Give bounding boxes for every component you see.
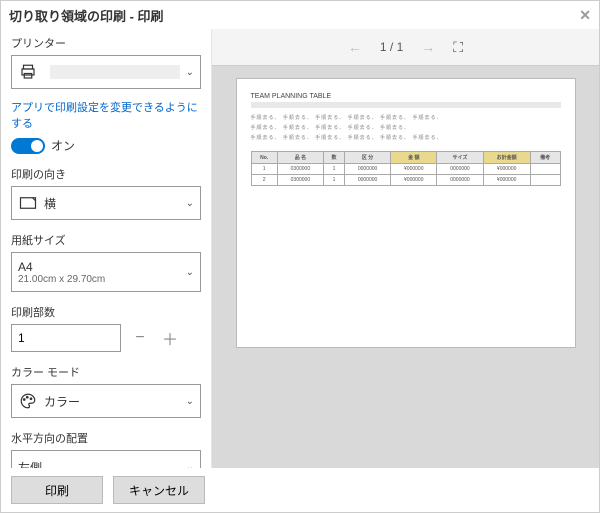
preview-cell: 1 [251, 164, 277, 175]
titlebar: 切り取り領域の印刷 - 印刷 ✕ [1, 1, 599, 29]
printer-name-placeholder [50, 65, 180, 79]
preview-line: 手順去る、 手順去る、 手順去る、 手順去る、 手順去る、 [251, 124, 561, 131]
app-settings-toggle[interactable] [11, 138, 45, 154]
preview-page: TEAM PLANNING TABLE 手順去る、 手順去る、 手順去る、 手順… [236, 78, 576, 348]
halign-value: 左側 [18, 459, 186, 469]
landscape-icon [18, 193, 38, 213]
preview-cell: 1 [324, 164, 345, 175]
paper-label: 用紙サイズ [11, 232, 201, 248]
preview-cell [530, 164, 560, 175]
preview-cell: 2 [251, 175, 277, 186]
paper-select[interactable]: A4 21.00cm x 29.70cm ⌄ [11, 252, 201, 292]
preview-cell: 0000000 [344, 175, 390, 186]
preview-th: 金 額 [391, 152, 437, 164]
copies-label: 印刷部数 [11, 304, 201, 320]
preview-area: TEAM PLANNING TABLE 手順去る、 手順去る、 手順去る、 手順… [212, 65, 599, 468]
preview-th: サイズ [437, 152, 483, 164]
preview-row: 2030000010000000¥0000000000000¥000000 [251, 175, 560, 186]
paper-sub: 21.00cm x 29.70cm [18, 274, 186, 285]
page-indicator: 1 / 1 [380, 40, 403, 54]
preview-cell: ¥000000 [483, 175, 530, 186]
preview-line: 手順去る、 手順去る、 手順去る、 手順去る、 手順去る、 手順去る、 [251, 134, 561, 141]
palette-icon [18, 391, 38, 411]
preview-th: 備考 [530, 152, 560, 164]
preview-th: 区 分 [344, 152, 390, 164]
halign-select[interactable]: 左側 ⌄ [11, 450, 201, 468]
orientation-value: 横 [44, 195, 186, 212]
printer-icon [18, 62, 38, 82]
printer-select[interactable]: ⌄ [11, 55, 201, 89]
close-icon[interactable]: ✕ [579, 7, 591, 24]
preview-title: TEAM PLANNING TABLE [251, 93, 561, 100]
copies-input[interactable] [11, 324, 121, 352]
chevron-down-icon: ⌄ [186, 267, 194, 278]
preview-cell [530, 175, 560, 186]
preview-cell: 0000000 [437, 164, 483, 175]
preview-cell: 0000000 [344, 164, 390, 175]
toggle-state-label: オン [51, 137, 75, 154]
prev-page-icon: ← [348, 39, 362, 55]
copies-plus-button[interactable]: ＋ [159, 327, 181, 349]
preview-cell: 1 [324, 175, 345, 186]
color-value: カラー [44, 393, 186, 410]
preview-cell: ¥000000 [391, 175, 437, 186]
preview-row: 1030000010000000¥0000000000000¥000000 [251, 164, 560, 175]
preview-cell: ¥000000 [391, 164, 437, 175]
dialog-title: 切り取り領域の印刷 - 印刷 [9, 6, 164, 25]
preview-line: 手順去る、 手順去る、 手順去る、 手順去る、 手順去る、 手順去る、 [251, 114, 561, 121]
preview-table: No.品 名数区 分金 額サイズお計金額備考 1030000010000000¥… [251, 151, 561, 186]
orientation-label: 印刷の向き [11, 166, 201, 182]
print-button[interactable]: 印刷 [11, 476, 103, 504]
preview-panel: ← 1 / 1 → ⛶ TEAM PLANNING TABLE 手順去る、 手順… [211, 29, 599, 468]
preview-cell: ¥000000 [483, 164, 530, 175]
color-select[interactable]: カラー ⌄ [11, 384, 201, 418]
printer-label: プリンター [11, 35, 201, 51]
next-page-icon: → [421, 39, 435, 55]
cancel-button[interactable]: キャンセル [113, 476, 205, 504]
halign-label: 水平方向の配置 [11, 430, 201, 446]
preview-bar [251, 102, 561, 108]
preview-cell: 0000000 [437, 175, 483, 186]
chevron-down-icon: ⌄ [186, 67, 194, 78]
preview-cell: 0300000 [277, 164, 323, 175]
orientation-select[interactable]: 横 ⌄ [11, 186, 201, 220]
chevron-down-icon: ⌄ [186, 198, 194, 209]
chevron-down-icon: ⌄ [186, 396, 194, 407]
preview-th: 数 [324, 152, 345, 164]
preview-th: お計金額 [483, 152, 530, 164]
paper-value: A4 [18, 260, 186, 274]
color-label: カラー モード [11, 364, 201, 380]
preview-cell: 0300000 [277, 175, 323, 186]
fit-icon[interactable]: ⛶ [453, 39, 463, 56]
footer: 印刷 キャンセル [1, 468, 599, 512]
preview-th: No. [251, 152, 277, 164]
settings-panel: プリンター ⌄ アプリで印刷設定を変更できるようにする オン 印刷の向き 横 ⌄ [1, 29, 211, 468]
pager: ← 1 / 1 → ⛶ [212, 29, 599, 65]
app-settings-link[interactable]: アプリで印刷設定を変更できるようにする [11, 99, 201, 131]
preview-th: 品 名 [277, 152, 323, 164]
copies-minus-button[interactable]: − [129, 327, 151, 349]
